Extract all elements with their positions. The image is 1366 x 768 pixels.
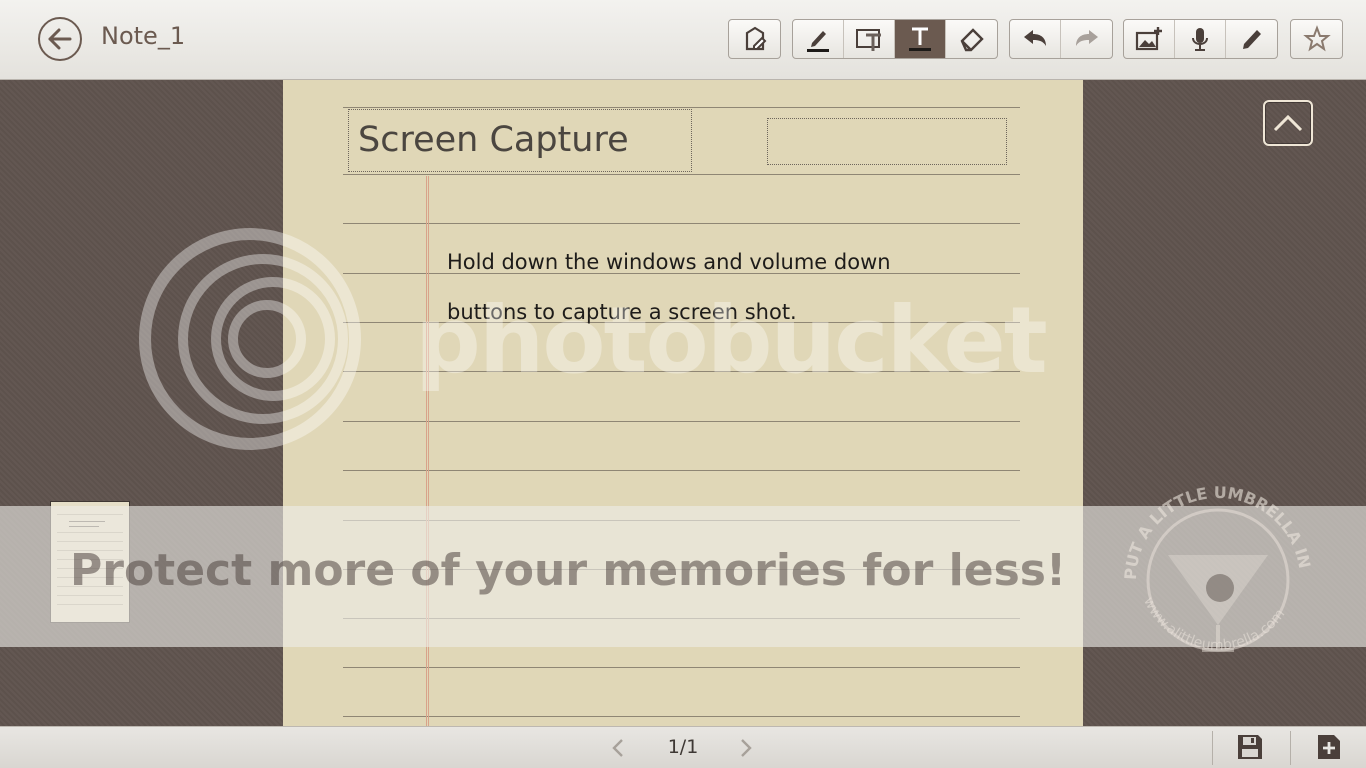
thumbnail-text [69, 526, 99, 527]
page-tools-group [728, 19, 781, 59]
add-image-button[interactable] [1124, 20, 1175, 58]
redo-button[interactable] [1061, 20, 1112, 58]
thumbnail-line [57, 577, 123, 578]
add-image-icon [1135, 27, 1162, 51]
save-icon[interactable] [1236, 733, 1264, 761]
note-body-line: buttons to capture a screen shot. [447, 299, 797, 324]
margin-line [426, 176, 429, 726]
thumbnail-line [57, 514, 123, 515]
insert-group [1123, 19, 1278, 59]
redo-icon [1075, 30, 1098, 46]
eraser-icon [960, 28, 984, 52]
star-icon [1302, 25, 1331, 52]
text-tool-icon [909, 27, 931, 51]
text-box-icon [856, 29, 881, 51]
collapse-toolbar-button[interactable] [1263, 100, 1313, 146]
thumbnail-line [57, 550, 123, 551]
chevron-right-icon [741, 739, 752, 757]
text-tool-button[interactable] [895, 20, 946, 58]
favorite-group [1290, 19, 1343, 59]
top-toolbar: Note_1 [0, 0, 1366, 80]
note-title-field[interactable]: Screen Capture [348, 109, 692, 172]
ruled-line [343, 716, 1020, 717]
text-box-button[interactable] [844, 20, 895, 58]
favorite-button[interactable] [1291, 20, 1342, 58]
divider [1290, 731, 1291, 765]
undo-button[interactable] [1010, 20, 1061, 58]
record-audio-button[interactable] [1175, 20, 1226, 58]
ruled-line [343, 470, 1020, 471]
pen-icon [807, 31, 829, 52]
arrow-left-icon [48, 28, 72, 50]
page-indicator: 1/1 [667, 736, 699, 758]
eraser-button[interactable] [946, 20, 997, 58]
note-date-field[interactable] [767, 118, 1007, 165]
back-button[interactable] [38, 17, 82, 61]
chevron-up-icon [1273, 114, 1303, 132]
note-body-text[interactable]: Hold down the windows and volume down bu… [447, 238, 1007, 337]
note-body-line: Hold down the windows and volume down [447, 250, 891, 274]
thumbnail-line [57, 604, 123, 605]
ruled-line [343, 618, 1020, 619]
pencil-icon [1242, 30, 1261, 49]
thumbnail-line [57, 586, 123, 587]
thumbnail-text [69, 521, 105, 522]
thumbnail-line [57, 532, 123, 533]
note-workspace: Screen Capture Hold down the windows and… [0, 80, 1366, 726]
add-page-icon[interactable] [1316, 733, 1342, 761]
note-title[interactable]: Note_1 [101, 22, 185, 50]
handwriting-button[interactable] [1226, 20, 1277, 58]
note-page[interactable]: Screen Capture Hold down the windows and… [283, 80, 1083, 726]
divider [1212, 731, 1213, 765]
ruled-line [343, 667, 1020, 668]
ruled-line [343, 107, 1020, 108]
history-group [1009, 19, 1113, 59]
bottom-app-bar: 1/1 [0, 726, 1366, 768]
microphone-icon [1192, 28, 1208, 51]
page-thumbnail[interactable] [50, 501, 130, 623]
ruled-line [343, 174, 1020, 175]
previous-page-button[interactable] [606, 735, 630, 761]
ruled-line [343, 569, 1020, 570]
ruled-line [343, 421, 1020, 422]
thumbnail-line [57, 559, 123, 560]
ruled-line [343, 371, 1020, 372]
thumbnail-line [57, 595, 123, 596]
drawing-tools-group [792, 19, 998, 59]
next-page-button[interactable] [734, 735, 758, 761]
undo-icon [1024, 30, 1046, 46]
thumbnail-line [57, 568, 123, 569]
page-edit-icon [745, 26, 766, 51]
page-edit-button[interactable] [729, 20, 780, 58]
pen-tool-button[interactable] [793, 20, 844, 58]
thumbnail-line [57, 541, 123, 542]
chevron-left-icon [612, 739, 623, 757]
ruled-line [343, 223, 1020, 224]
ruled-line [343, 520, 1020, 521]
